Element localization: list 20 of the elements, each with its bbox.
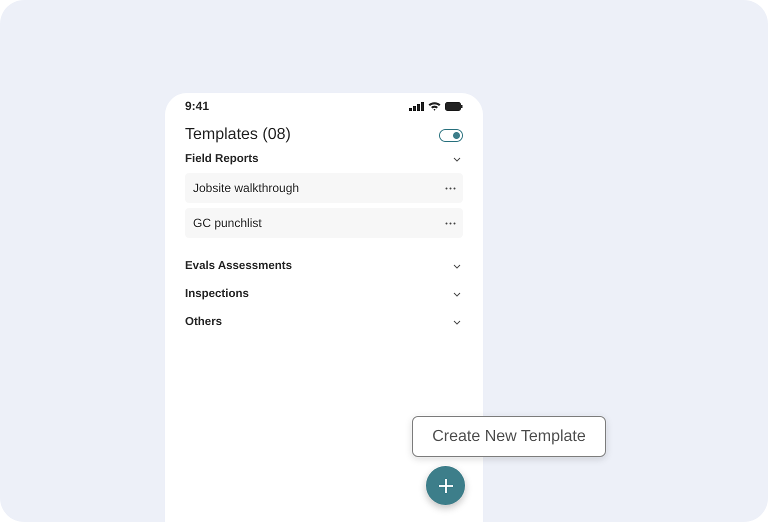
section-header[interactable]: Field Reports: [185, 145, 463, 173]
chevron-down-icon: [453, 292, 461, 296]
chevron-down-icon: [453, 264, 461, 268]
template-item[interactable]: GC punchlist: [185, 208, 463, 238]
wifi-icon: [428, 101, 441, 111]
section-header[interactable]: Inspections: [185, 280, 463, 308]
create-template-tooltip[interactable]: Create New Template: [412, 416, 606, 457]
section-header[interactable]: Evals Assessments: [185, 252, 463, 280]
more-icon[interactable]: [445, 222, 456, 224]
plus-icon: [438, 478, 454, 494]
battery-icon: [445, 102, 463, 110]
chevron-down-icon: [453, 156, 461, 162]
chevron-down-icon: [453, 320, 461, 324]
more-icon[interactable]: [445, 186, 456, 190]
toggle-switch[interactable]: [439, 128, 463, 142]
section-header[interactable]: Others: [185, 308, 463, 336]
signal-icon: [409, 102, 424, 110]
page-title: Templates (08): [185, 126, 291, 144]
status-time: 9:41: [185, 99, 210, 113]
template-item[interactable]: Jobsite walkthrough: [185, 173, 463, 203]
